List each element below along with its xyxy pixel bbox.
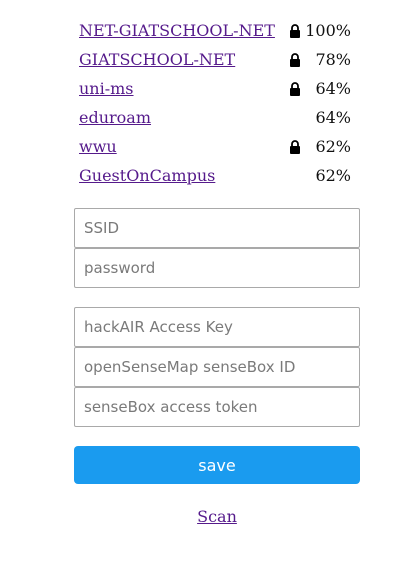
network-row: NET-GIATSCHOOL-NET 100% <box>79 16 351 45</box>
network-row: GuestOnCampus 62% <box>79 161 351 190</box>
signal-strength: 62% <box>315 137 351 156</box>
network-link[interactable]: GIATSCHOOL-NET <box>79 45 235 74</box>
wifi-credentials-group <box>74 208 360 288</box>
network-row: eduroam 64% <box>79 103 351 132</box>
lock-icon <box>289 82 301 96</box>
lock-icon <box>289 24 301 38</box>
network-link[interactable]: wwu <box>79 132 117 161</box>
sensebox-id-input[interactable] <box>74 347 360 387</box>
network-row: GIATSCHOOL-NET 78% <box>79 45 351 74</box>
network-list: NET-GIATSCHOOL-NET 100% GIATSCHOOL-NET 7… <box>79 16 351 190</box>
network-row: wwu 62% <box>79 132 351 161</box>
save-button[interactable]: save <box>74 446 360 484</box>
signal-strength: 64% <box>315 79 351 98</box>
hackair-access-key-input[interactable] <box>74 307 360 347</box>
signal-strength: 100% <box>305 21 351 40</box>
network-link[interactable]: uni-ms <box>79 74 134 103</box>
network-link[interactable]: eduroam <box>79 103 151 132</box>
wifi-config-page: NET-GIATSCHOOL-NET 100% GIATSCHOOL-NET 7… <box>74 16 360 526</box>
ssid-input[interactable] <box>74 208 360 248</box>
signal-strength: 64% <box>315 108 351 127</box>
network-row: uni-ms 64% <box>79 74 351 103</box>
scan-link[interactable]: Scan <box>74 507 360 526</box>
signal-strength: 78% <box>315 50 351 69</box>
lock-icon <box>289 53 301 67</box>
network-link[interactable]: NET-GIATSCHOOL-NET <box>79 16 275 45</box>
signal-strength: 62% <box>315 166 351 185</box>
api-keys-group <box>74 307 360 427</box>
network-link[interactable]: GuestOnCampus <box>79 161 215 190</box>
lock-icon <box>289 140 301 154</box>
sensebox-token-input[interactable] <box>74 387 360 427</box>
password-input[interactable] <box>74 248 360 288</box>
